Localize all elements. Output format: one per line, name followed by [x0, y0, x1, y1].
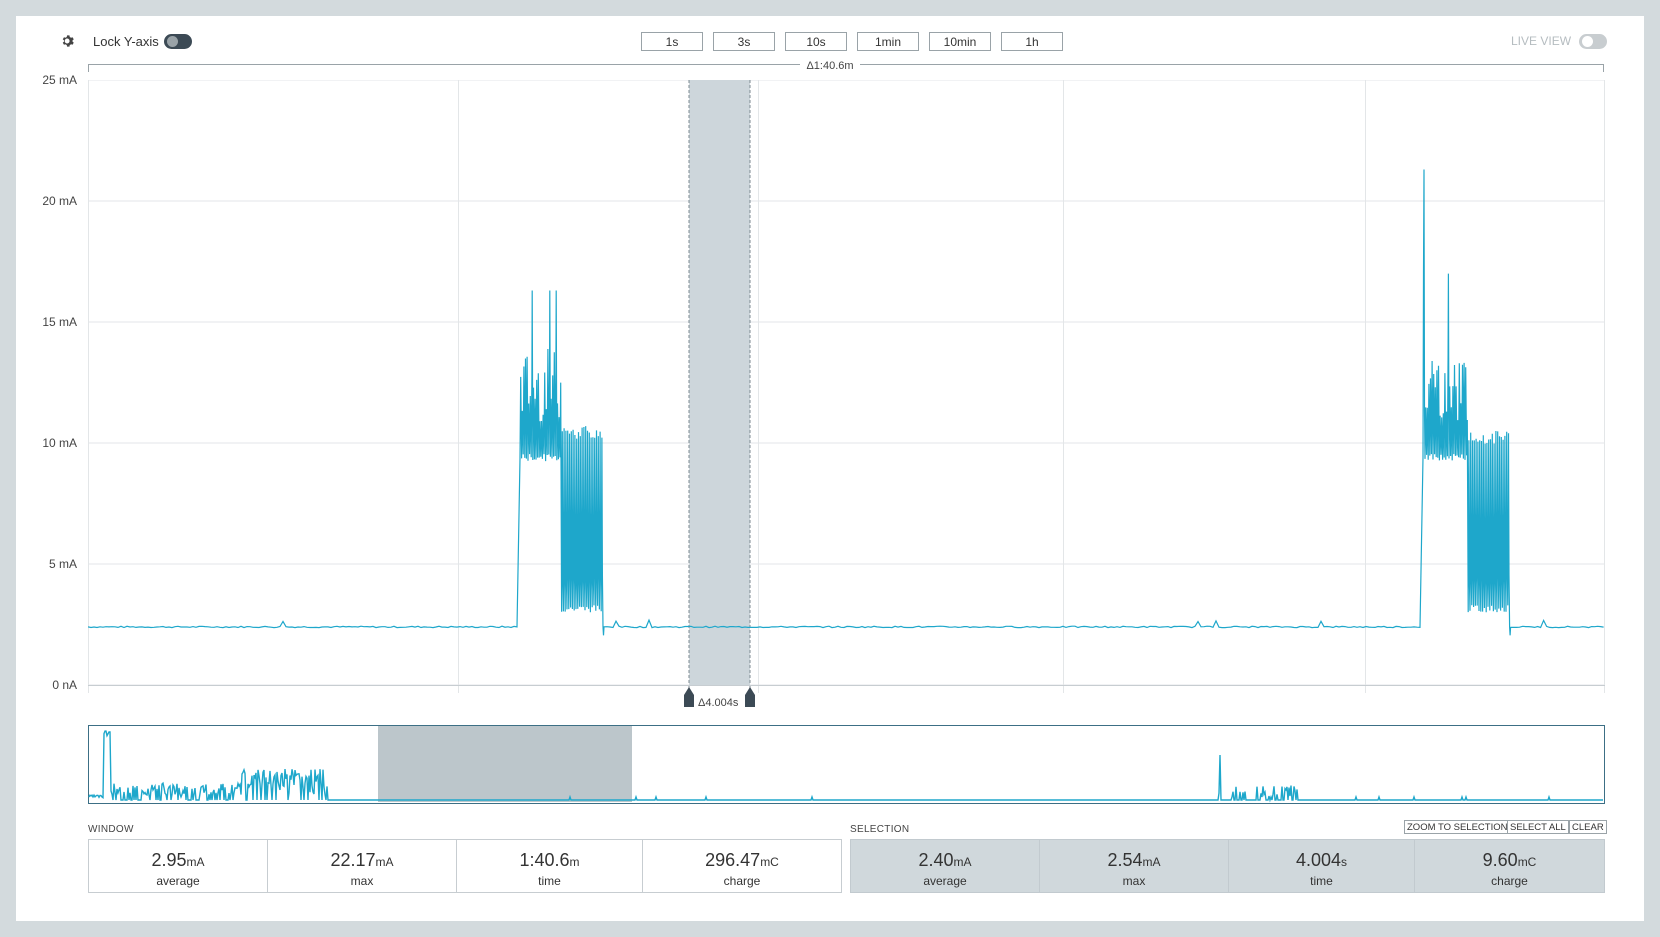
stat-unit: mA — [375, 855, 394, 869]
live-view-label: LIVE VIEW — [1511, 34, 1572, 48]
zoom-1s-button[interactable]: 1s — [641, 32, 703, 51]
y-tick-label: 25 mA — [42, 73, 77, 87]
current-chart[interactable] — [88, 80, 1605, 710]
selection-time-stat: 4.004s time — [1228, 839, 1415, 893]
y-tick-label: 5 mA — [48, 557, 77, 571]
y-tick-label: 10 mA — [42, 436, 77, 450]
y-tick-label: 0 nA — [52, 678, 77, 692]
selection-average-stat: 2.40mA average — [850, 839, 1040, 893]
zoom-to-selection-button[interactable]: ZOOM TO SELECTION — [1404, 820, 1511, 834]
minimap-window — [378, 726, 632, 802]
selection-band — [689, 80, 750, 685]
stat-unit: mA — [1142, 855, 1161, 869]
toggle-knob — [1582, 36, 1593, 47]
clear-selection-button[interactable]: CLEAR — [1569, 820, 1607, 834]
minimap-frame — [88, 725, 1605, 804]
live-view-toggle[interactable] — [1579, 34, 1607, 49]
stat-value: 1:40.6 — [519, 850, 570, 870]
stat-label: charge — [723, 874, 761, 888]
gear-icon[interactable] — [61, 34, 75, 48]
stat-unit: s — [1341, 855, 1348, 869]
stat-label: time — [1310, 874, 1333, 888]
select-all-button[interactable]: SELECT ALL — [1507, 820, 1569, 834]
stat-value: 296.47 — [705, 850, 761, 870]
stat-unit: m — [569, 855, 580, 869]
y-tick-label: 20 mA — [42, 194, 77, 208]
window-time-stat: 1:40.6m time — [456, 839, 643, 893]
stat-unit: mC — [760, 855, 779, 869]
zoom-10min-button[interactable]: 10min — [929, 32, 991, 51]
window-average-stat: 2.95mA average — [88, 839, 268, 893]
zoom-10s-button[interactable]: 10s — [785, 32, 847, 51]
stat-value: 2.95 — [151, 850, 187, 870]
stat-label: average — [923, 874, 967, 888]
lock-y-axis-toggle[interactable] — [164, 34, 192, 49]
selection-handle-icon[interactable] — [745, 687, 755, 707]
zoom-3s-button[interactable]: 3s — [713, 32, 775, 51]
stat-unit: mA — [186, 855, 205, 869]
toggle-knob — [167, 36, 178, 47]
zoom-1min-button[interactable]: 1min — [857, 32, 919, 51]
selection-duration-label: Δ4.004s — [698, 697, 739, 709]
stat-value: 2.54 — [1107, 850, 1143, 870]
selection-handle-icon[interactable] — [684, 687, 694, 707]
stat-unit: mC — [1517, 855, 1537, 869]
stat-value: 22.17 — [330, 850, 376, 870]
stat-unit: mA — [953, 855, 972, 869]
stat-value: 4.004 — [1295, 850, 1342, 870]
window-charge-stat: 296.47mC charge — [642, 839, 842, 893]
selection-max-stat: 2.54mA max — [1039, 839, 1229, 893]
window-stats-label: WINDOW — [88, 824, 134, 835]
stat-label: charge — [1491, 874, 1528, 888]
y-tick-label: 15 mA — [42, 315, 77, 329]
stat-label: average — [156, 874, 200, 888]
window-max-stat: 22.17mA max — [267, 839, 457, 893]
current-trace — [88, 169, 1604, 636]
selection-stats-label: SELECTION — [850, 824, 910, 835]
minimap[interactable] — [88, 725, 1605, 805]
selection-charge-stat: 9.60mC charge — [1414, 839, 1605, 893]
lock-y-axis-label: Lock Y-axis — [93, 34, 159, 49]
zoom-1h-button[interactable]: 1h — [1001, 32, 1063, 51]
stat-value: 2.40 — [918, 850, 954, 870]
stat-label: max — [1122, 874, 1146, 888]
stat-label: time — [538, 874, 561, 888]
stat-label: max — [350, 874, 374, 888]
window-span-ruler — [88, 64, 1604, 72]
toolbar: Lock Y-axis 1s 3s 10s 1min 10min 1h LIVE… — [16, 16, 1644, 66]
stat-value: 9.60 — [1482, 850, 1518, 870]
